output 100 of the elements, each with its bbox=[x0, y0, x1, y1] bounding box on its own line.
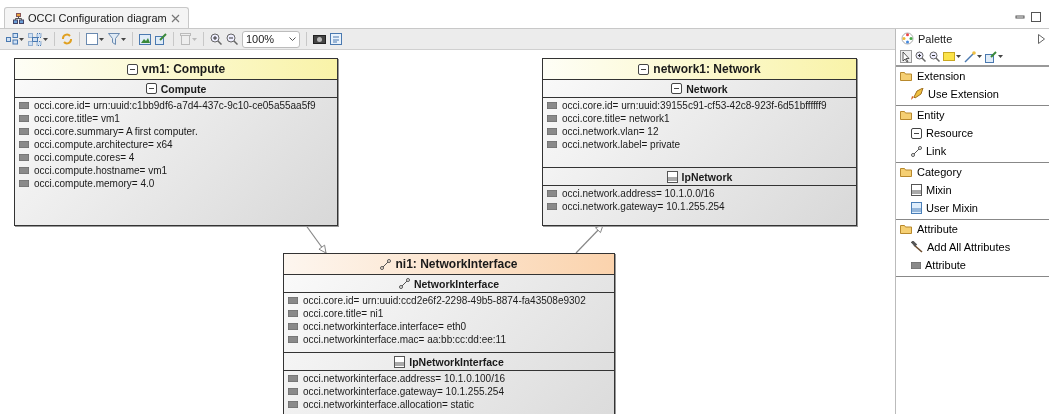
attribute-text: occi.networkinterface.address= 10.1.0.100/16 bbox=[303, 373, 506, 384]
chevron-down-icon bbox=[289, 37, 296, 41]
palette-group[interactable]: Category bbox=[896, 163, 1049, 181]
caret-icon bbox=[192, 37, 197, 41]
list-icon bbox=[394, 355, 406, 368]
filter-icon bbox=[108, 33, 120, 45]
zoom-in-icon bbox=[915, 51, 926, 62]
camera-icon bbox=[313, 34, 326, 44]
compartment-title: NetworkInterface bbox=[413, 277, 500, 290]
caret-icon bbox=[956, 55, 961, 58]
caret-icon bbox=[19, 37, 24, 41]
zoom-field[interactable]: 100% bbox=[242, 30, 300, 48]
attribute-text: occi.networkinterface.allocation= static bbox=[303, 399, 474, 410]
zoom-in-icon bbox=[210, 33, 222, 45]
box-icon bbox=[911, 127, 922, 139]
folder-icon bbox=[900, 110, 913, 120]
caret-icon bbox=[977, 55, 982, 58]
line-icon bbox=[964, 50, 976, 63]
maximize-icon[interactable] bbox=[1031, 12, 1041, 22]
edit-button[interactable] bbox=[155, 31, 167, 47]
compartment-title: Compute bbox=[160, 82, 207, 95]
folder-icon bbox=[900, 224, 913, 234]
attribute-text: occi.networkinterface.gateway= 10.1.255.254 bbox=[303, 386, 504, 397]
layout-icon bbox=[6, 33, 18, 45]
caret-icon bbox=[43, 37, 48, 41]
attribute-text: occi.network.vlan= 12 bbox=[562, 126, 659, 137]
attribute-text: occi.network.gateway= 10.1.255.254 bbox=[562, 201, 725, 212]
palette-title: Palette bbox=[918, 32, 953, 45]
refresh-icon bbox=[61, 33, 73, 45]
zoom-in-tool[interactable] bbox=[915, 48, 926, 65]
caret-icon bbox=[99, 37, 104, 41]
palette-group[interactable]: Attribute bbox=[896, 220, 1049, 238]
arrange-button[interactable] bbox=[6, 31, 24, 47]
hammer-icon bbox=[911, 241, 923, 253]
palette-icon bbox=[901, 32, 914, 45]
collapse-icon[interactable] bbox=[1038, 33, 1045, 44]
caret-icon bbox=[998, 55, 1003, 58]
grid-icon bbox=[28, 32, 42, 46]
zoom-out-button[interactable] bbox=[226, 31, 238, 47]
select-tool[interactable] bbox=[900, 48, 912, 65]
rocket-icon bbox=[911, 88, 924, 100]
caret-icon bbox=[121, 37, 126, 41]
attribute-text: occi.core.title= vm1 bbox=[34, 113, 120, 124]
box-icon bbox=[638, 63, 650, 75]
diagram-node[interactable] bbox=[14, 58, 338, 226]
palette-item[interactable]: Use Extension bbox=[896, 85, 1049, 103]
attribute-text: occi.core.id= urn:uuid:39155c91-cf53-42c8-923f-6d51bffffff9 bbox=[562, 100, 827, 111]
palette-item[interactable]: User Mixin bbox=[896, 199, 1049, 217]
diagram-node[interactable] bbox=[542, 58, 857, 226]
palette-item[interactable]: Attribute bbox=[896, 256, 1049, 274]
zoom-in-button[interactable] bbox=[210, 31, 222, 47]
connector-arrow[interactable] bbox=[575, 224, 604, 254]
compartment-title: Network bbox=[686, 82, 728, 95]
note-icon bbox=[943, 52, 955, 61]
view-button[interactable] bbox=[86, 31, 104, 47]
node-title-text: ni1: NetworkInterface bbox=[395, 257, 518, 271]
palette-item[interactable]: Resource bbox=[896, 124, 1049, 142]
attribute-text: occi.compute.cores= 4 bbox=[34, 152, 135, 163]
diagram-node[interactable] bbox=[283, 253, 615, 414]
attribute-text: occi.core.title= network1 bbox=[562, 113, 670, 124]
attribute-text: occi.networkinterface.mac= aa:bb:cc:dd:ee:11 bbox=[303, 334, 506, 345]
attribute-text: occi.network.address= 10.1.0.0/16 bbox=[562, 188, 715, 199]
palette-item[interactable]: Mixin bbox=[896, 181, 1049, 199]
zoom-out-tool[interactable] bbox=[929, 48, 940, 65]
attribute-text: occi.core.title= ni1 bbox=[303, 308, 384, 319]
attribute-text: occi.core.summary= A first computer. bbox=[34, 126, 198, 137]
list-icon bbox=[666, 170, 678, 183]
list-icon bbox=[911, 202, 922, 214]
zoom-out-icon bbox=[226, 33, 238, 45]
palette-item[interactable]: Add All Attributes bbox=[896, 238, 1049, 256]
link-icon bbox=[911, 145, 922, 157]
connection-tool[interactable] bbox=[964, 48, 982, 65]
box-icon bbox=[671, 83, 683, 94]
list-icon bbox=[911, 184, 922, 196]
attribute-text: occi.compute.hostname= vm1 bbox=[34, 165, 168, 176]
attribute-text: occi.core.id= urn:uuid:ccd2e6f2-2298-49b5-8874-fa43508e9302 bbox=[303, 295, 586, 306]
editor-tab[interactable]: OCCI Configuration diagram bbox=[4, 7, 189, 28]
diagram-icon bbox=[13, 12, 24, 24]
node-title-text: vm1: Compute bbox=[141, 62, 226, 76]
palette-group[interactable]: Entity bbox=[896, 106, 1049, 124]
compartment-title: IpNetwork bbox=[681, 170, 733, 183]
trash-icon bbox=[180, 33, 191, 45]
note-attachment-tool[interactable] bbox=[985, 48, 1003, 65]
pointer-icon bbox=[900, 50, 912, 63]
compartment-title: IpNetworkInterface bbox=[409, 355, 504, 368]
folder-icon bbox=[900, 71, 913, 81]
square-icon bbox=[86, 33, 98, 45]
palette-group[interactable]: Extension bbox=[896, 67, 1049, 85]
folder-icon bbox=[900, 167, 913, 177]
select-button[interactable] bbox=[28, 31, 48, 47]
attribute-text: occi.network.label= private bbox=[562, 139, 681, 150]
pin-icon bbox=[985, 50, 997, 63]
box-icon bbox=[145, 83, 157, 94]
box-icon bbox=[126, 63, 138, 75]
export-button[interactable] bbox=[139, 31, 151, 47]
filter-button[interactable] bbox=[108, 31, 126, 47]
close-icon[interactable] bbox=[170, 13, 180, 23]
form-icon bbox=[330, 33, 342, 45]
properties-button[interactable] bbox=[330, 31, 342, 47]
palette-item[interactable]: Link bbox=[896, 142, 1049, 160]
